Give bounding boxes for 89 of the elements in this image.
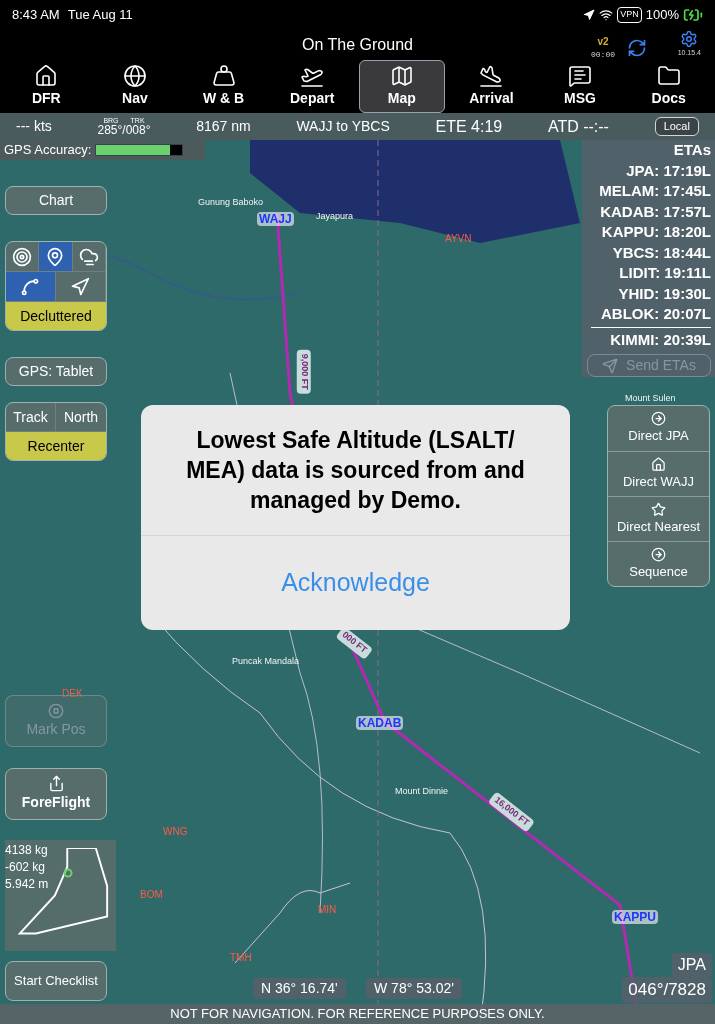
nav-tab[interactable]: Docs (626, 60, 711, 113)
status-date: Tue Aug 11 (67, 6, 133, 25)
fix-label: AYVN (445, 232, 472, 246)
recenter-button[interactable]: Recenter (6, 432, 106, 460)
place-label: Mount Dinnie (395, 785, 449, 798)
fix-label: TMH (230, 951, 252, 965)
eta-entry: JPA: 17:19L (626, 160, 711, 181)
place-label: Puncak Mandala (232, 655, 300, 668)
pin-circle-icon (48, 702, 64, 719)
wifi-icon (599, 8, 614, 22)
distance-readout: 8167 nm (196, 117, 251, 136)
target-icon (12, 246, 33, 267)
layer-toggle[interactable] (39, 242, 73, 272)
version-label: v2 (597, 35, 609, 49)
route-icon (20, 276, 41, 297)
settings-icon[interactable] (680, 30, 699, 48)
location-icon (583, 9, 596, 21)
share-icon (47, 775, 65, 792)
fix-label: BOM (140, 888, 163, 902)
waypoint-label: WAJJ (257, 212, 294, 226)
nav-tab[interactable]: Map (358, 60, 446, 113)
route-readout: WAJJ to YBCS (296, 117, 390, 136)
altitude-label: 9,000 FT (297, 349, 311, 394)
ete-readout: ETE 4:19 (435, 116, 503, 137)
eta-entry: YBCS: 18:44L (612, 242, 711, 263)
sync-icon[interactable] (627, 38, 647, 58)
eta-entry: MELAM: 17:45L (599, 181, 711, 201)
home-icon (651, 456, 666, 472)
map-icon (389, 64, 414, 88)
status-time: 8:43 AM (12, 6, 60, 25)
fix-label: MIN (318, 903, 337, 917)
weight-readout: 4138 kg (5, 842, 48, 859)
vpn-badge: VPN (617, 7, 642, 23)
weight-icon (211, 64, 236, 88)
cloud-icon (78, 246, 99, 267)
waypoint-label: KAPPU (612, 910, 658, 924)
dialog-message: Lowest Safe Altitude (LSALT/ MEA) data is sourced from and managed by Demo. (185, 426, 526, 515)
fix-label: WNG (163, 825, 188, 839)
place-label: Mount Sulen (625, 392, 676, 405)
start-checklist-button[interactable]: Start Checklist (5, 961, 107, 1001)
atd-readout: ATD --:-- (547, 116, 609, 137)
weight-readout: -602 kg (5, 859, 46, 876)
nav-tab[interactable]: Nav (92, 60, 178, 113)
direct-menu-item[interactable]: Sequence (608, 541, 709, 586)
latitude-readout: N 36° 16.74' (253, 978, 346, 999)
etas-title: ETAs (673, 140, 711, 160)
direct-menu-item[interactable]: Direct WAJJ (608, 451, 709, 496)
header-title: On The Ground (302, 35, 413, 55)
message-icon (568, 64, 593, 88)
place-label: Jayapura (316, 210, 354, 223)
navigation-arrow-icon (70, 276, 91, 297)
gps-source-button[interactable]: GPS: Tablet (5, 357, 107, 386)
destination-name: JPA (671, 953, 712, 977)
direct-menu-item[interactable]: Direct JPA (608, 406, 709, 451)
bearing-readout: 285°/008° (97, 124, 151, 136)
nav-tab[interactable]: MSG (537, 60, 623, 113)
foreflight-button[interactable]: ForeFlight (5, 768, 107, 820)
eta-entry: YHID: 19:30L (618, 283, 711, 304)
eta-entry: KAPPU: 18:20L (601, 222, 711, 242)
declutter-status: Decluttered (6, 302, 106, 330)
chart-button[interactable]: Chart (5, 186, 107, 215)
battery-percent: 100% (645, 6, 679, 25)
folder-icon (656, 64, 681, 88)
place-label: Gunung Baboko (198, 196, 264, 209)
nav-tab[interactable]: Depart (269, 60, 355, 113)
time-mode-button[interactable]: Local (654, 117, 699, 136)
direct-menu-item[interactable]: Direct Nearest (608, 496, 709, 541)
eta-entry: ABLOK: 20:07L (600, 304, 711, 324)
nav-tab[interactable]: DFR (4, 60, 89, 113)
timer-label: 00:00 (591, 49, 615, 61)
plane-landing-icon (479, 64, 504, 88)
destination-bearing-distance: 046°/7828 (622, 977, 712, 1003)
disclaimer-text: NOT FOR NAVIGATION. FOR REFERENCE PURPOSES ONLY. (170, 1005, 545, 1024)
longitude-readout: W 78° 53.02' (366, 978, 462, 999)
weight-readout: 5.942 m (5, 876, 49, 893)
send-icon (602, 357, 619, 374)
waypoint-label: KADAB (356, 716, 404, 730)
gps-accuracy-label: GPS Accuracy: (4, 141, 92, 160)
eta-entry: KIMMI: 20:39L (610, 329, 711, 350)
home-icon (34, 64, 59, 88)
eta-entry: KADAB: 17:57L (600, 201, 711, 222)
nav-tab[interactable]: Arrival (449, 60, 534, 113)
speed-readout: --- kts (16, 117, 52, 136)
cg-point-icon (63, 868, 73, 878)
layer-toggle[interactable] (6, 272, 56, 302)
eta-entry: LIDIT: 19:11L (619, 263, 711, 283)
star-icon (651, 501, 666, 517)
nav-tab[interactable]: W & B (181, 60, 266, 113)
globe-icon (122, 64, 147, 88)
